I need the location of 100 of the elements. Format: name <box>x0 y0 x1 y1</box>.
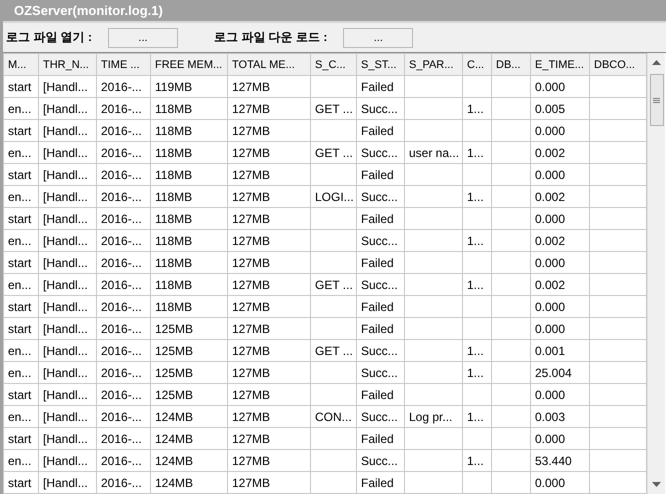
table-cell: 127MB <box>232 234 270 248</box>
table-cell: 127MB <box>232 432 270 446</box>
table-cell: 127MB <box>232 366 270 380</box>
table-cell: 53.440 <box>535 454 572 468</box>
window-title: OZServer(monitor.log.1) <box>14 3 163 18</box>
table-cell: 125MB <box>155 344 194 358</box>
table-cell: 127MB <box>232 256 270 270</box>
table-cell: 124MB <box>155 432 194 446</box>
table-cell: 0.002 <box>535 146 566 160</box>
table-cell: Succ... <box>361 102 398 116</box>
table-cell: 118MB <box>155 124 192 138</box>
table-cell: [Handl... <box>43 476 88 490</box>
table-cell: en... <box>8 146 32 160</box>
table-cell: 2016-... <box>101 80 142 94</box>
table-cell: 127MB <box>232 410 270 424</box>
table-cell: [Handl... <box>43 388 88 402</box>
table-cell: 118MB <box>155 102 192 116</box>
table-cell: GET ... <box>315 102 353 116</box>
scroll-up-icon[interactable] <box>652 60 661 65</box>
table-cell: 0.002 <box>535 278 566 292</box>
table-cell: 2016-... <box>101 168 142 182</box>
table-cell: 118MB <box>155 146 192 160</box>
browse-button[interactable]: ... <box>108 28 178 48</box>
scroll-thumb[interactable] <box>650 74 664 126</box>
table-cell: 0.000 <box>535 388 566 402</box>
vertical-scrollbar[interactable] <box>647 53 665 494</box>
table-cell: GET ... <box>315 278 353 292</box>
table-cell: [Handl... <box>43 322 88 336</box>
table-cell: 1... <box>467 278 484 292</box>
table-cell: 0.000 <box>535 80 566 94</box>
table-cell: 127MB <box>232 212 270 226</box>
table-cell: Succ... <box>361 410 398 424</box>
table-cell: 2016-... <box>101 124 142 138</box>
table-cell: 127MB <box>232 278 270 292</box>
table-cell: en... <box>8 190 32 204</box>
table-cell: en... <box>8 454 32 468</box>
table-cell: [Handl... <box>43 432 88 446</box>
table-cell: [Handl... <box>43 102 88 116</box>
table-cell: 2016-... <box>101 278 142 292</box>
table-cell: [Handl... <box>43 80 88 94</box>
table-cell: Failed <box>361 168 394 182</box>
column-header[interactable]: S_PAR... <box>404 54 462 76</box>
table-cell: GET ... <box>315 146 353 160</box>
table-cell: 127MB <box>232 168 270 182</box>
table-cell: 127MB <box>232 300 270 314</box>
column-header[interactable]: DBCO... <box>590 54 646 76</box>
table-cell: 2016-... <box>101 410 142 424</box>
table-cell: start <box>8 124 32 138</box>
table-cell: 0.002 <box>535 234 566 248</box>
column-header[interactable]: S_C... <box>310 54 356 76</box>
table-cell: 2016-... <box>101 146 142 160</box>
table-cell: Succ... <box>361 366 398 380</box>
table-cell: start <box>8 256 32 270</box>
table-cell: 127MB <box>232 344 270 358</box>
table-cell: 118MB <box>155 212 192 226</box>
column-header[interactable]: THR_N... <box>38 54 96 76</box>
table-cell: 0.000 <box>535 212 566 226</box>
browse-button[interactable]: ... <box>343 28 414 48</box>
table-cell: Failed <box>361 256 394 270</box>
table-cell: en... <box>8 344 32 358</box>
column-header[interactable]: DB... <box>492 54 530 76</box>
scroll-down-icon[interactable] <box>652 482 661 487</box>
table-cell: 0.000 <box>535 124 566 138</box>
table-cell: [Handl... <box>43 300 88 314</box>
table-cell: [Handl... <box>43 212 88 226</box>
table-cell: 0.000 <box>535 476 566 490</box>
table-cell: 118MB <box>155 256 192 270</box>
table-cell: 124MB <box>155 410 194 424</box>
table-cell: 2016-... <box>101 212 142 226</box>
table-cell: 1... <box>467 102 484 116</box>
table-cell: [Handl... <box>43 234 88 248</box>
table-cell: en... <box>8 234 32 248</box>
column-header[interactable]: FREE MEM... <box>150 54 228 76</box>
column-header[interactable]: TIME ... <box>96 54 150 76</box>
table-cell: 2016-... <box>101 300 142 314</box>
table-cell: 1... <box>467 234 484 248</box>
table-cell: 0.002 <box>535 190 566 204</box>
column-header[interactable]: E_TIME... <box>530 54 590 76</box>
table-cell: 119MB <box>155 80 192 94</box>
table-cell: start <box>8 432 32 446</box>
table-cell: 0.005 <box>535 102 566 116</box>
table-cell: 127MB <box>232 124 270 138</box>
column-header[interactable]: C... <box>462 54 492 76</box>
table-cell: Failed <box>361 432 394 446</box>
table-cell: start <box>8 168 32 182</box>
column-header[interactable]: TOTAL ME... <box>228 54 310 76</box>
column-header[interactable]: M... <box>4 54 38 76</box>
table-cell: start <box>8 80 32 94</box>
table-cell: 127MB <box>232 102 270 116</box>
table-cell: 125MB <box>155 322 194 336</box>
table-cell: start <box>8 300 32 314</box>
table-cell: GET ... <box>315 344 353 358</box>
column-header[interactable]: S_ST... <box>356 54 404 76</box>
table-cell: Succ... <box>361 146 398 160</box>
table-cell: 1... <box>467 190 484 204</box>
table-cell: 2016-... <box>101 366 142 380</box>
table-cell: 124MB <box>155 476 194 490</box>
table-cell: Succ... <box>361 234 398 248</box>
table-cell: 0.000 <box>535 256 566 270</box>
table-cell: [Handl... <box>43 366 88 380</box>
